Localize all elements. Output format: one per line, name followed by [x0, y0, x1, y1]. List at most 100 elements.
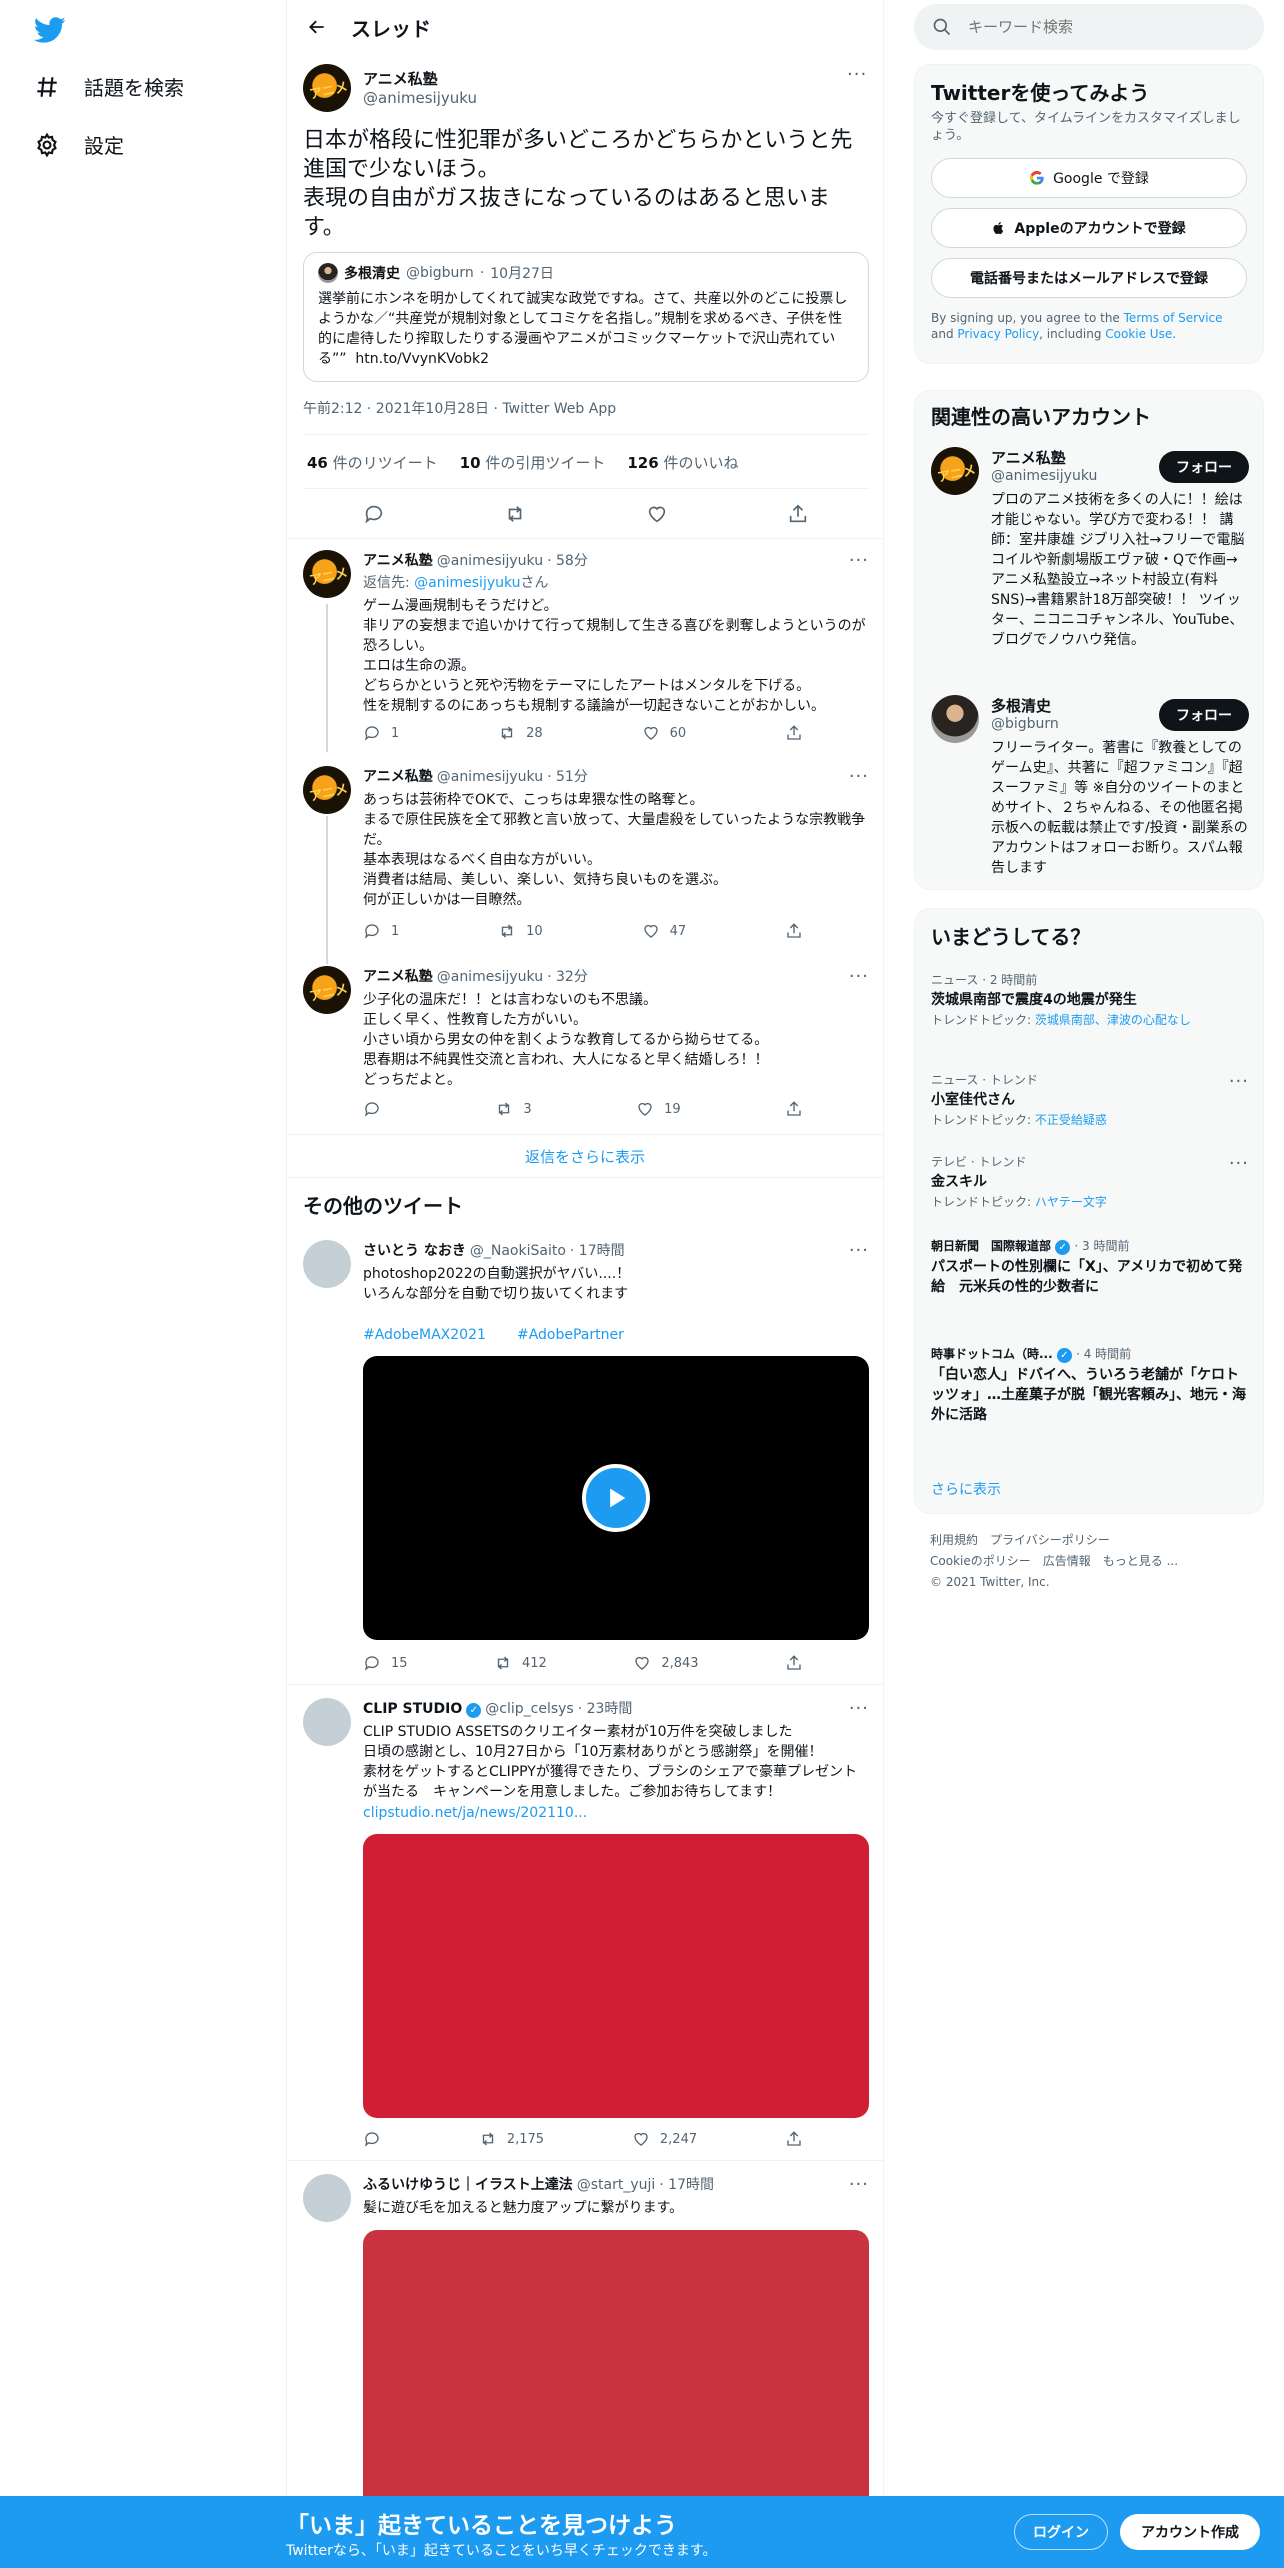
nav-settings[interactable]: 設定	[34, 130, 124, 159]
share-button[interactable]	[785, 1100, 803, 1118]
avatar[interactable]	[303, 64, 351, 112]
share-button[interactable]	[785, 922, 803, 940]
footer-terms-link[interactable]: 利用規約	[930, 1533, 978, 1547]
avatar[interactable]	[303, 766, 351, 814]
show-more-replies-link[interactable]: 返信をさらに表示	[287, 1134, 883, 1178]
share-button[interactable]	[785, 2130, 803, 2148]
tweet-meta[interactable]: 午前2:12 · 2021年10月28日 · Twitter Web App	[303, 398, 616, 418]
tweet[interactable]: CLIP STUDIO ✓ @clip_celsys · 23時間 CLIP S…	[303, 1698, 869, 1821]
retweet-button[interactable]	[504, 503, 526, 525]
reply-tweet[interactable]: アニメ私塾 @animesijyuku · 32分 少子化の温床だ！！とは言わな…	[303, 966, 869, 1106]
hashtag-link[interactable]: #AdobeMAX2021	[363, 1327, 486, 1343]
more-icon[interactable]: ···	[849, 766, 869, 787]
like-button[interactable]	[646, 503, 668, 525]
trend-topic-link[interactable]: 不正受給疑惑	[1035, 1113, 1107, 1127]
author-handle[interactable]: @_NaokiSaito	[470, 1243, 566, 1259]
like-button[interactable]: 47	[642, 922, 686, 940]
tweet[interactable]: ふるいけゆうじ｜イラスト上達法 @start_yuji · 17時間 髪に遊び毛…	[303, 2174, 869, 2234]
author-handle[interactable]: @start_yuji	[577, 2177, 656, 2193]
footer-ads-link[interactable]: 広告情報	[1043, 1554, 1091, 1568]
author-handle[interactable]: @clip_celsys	[485, 1701, 573, 1717]
tweet-time[interactable]: · 17時間	[659, 2174, 714, 2194]
back-button[interactable]	[299, 9, 335, 45]
cookie-link[interactable]: Cookie Use	[1105, 327, 1172, 341]
tweet-time[interactable]: · 32分	[547, 966, 588, 986]
trend-item[interactable]: テレビ · トレンド 金スキル トレンドトピック: ハヤテー文字 ···	[931, 1153, 1249, 1210]
footer-cookie-link[interactable]: Cookieのポリシー	[930, 1554, 1031, 1568]
retweet-button[interactable]: 2,175	[479, 2130, 544, 2148]
trend-topic-link[interactable]: ハヤテー文字	[1035, 1195, 1107, 1209]
retweet-button[interactable]: 28	[498, 724, 543, 742]
more-icon[interactable]: ···	[849, 1240, 869, 1261]
tweet-time[interactable]: · 58分	[547, 550, 588, 570]
more-icon[interactable]: ···	[849, 966, 869, 987]
reply-button[interactable]	[363, 2130, 391, 2148]
quoted-tweet[interactable]: 多根清史 @bigburn · 10月27日 選挙前にホンネを明かしてくれて誠実…	[303, 252, 869, 382]
share-button[interactable]	[787, 503, 809, 525]
avatar[interactable]	[303, 550, 351, 598]
avatar[interactable]	[931, 695, 979, 743]
follow-button[interactable]: フォロー	[1159, 451, 1249, 483]
like-button[interactable]: 60	[642, 724, 686, 742]
author-name[interactable]: さいとう なおき	[363, 1240, 466, 1260]
privacy-link[interactable]: Privacy Policy	[957, 327, 1039, 341]
author-handle[interactable]: @animesijyuku	[437, 769, 543, 785]
avatar[interactable]	[931, 447, 979, 495]
nav-explore[interactable]: 話題を検索	[34, 72, 184, 101]
like-button[interactable]: 2,247	[632, 2130, 697, 2148]
author-name[interactable]: CLIP STUDIO	[363, 1701, 462, 1717]
trend-topic-link[interactable]: 茨城県南部、津波の心配なし	[1035, 1013, 1191, 1027]
account-card[interactable]: 多根清史 @bigburn フリーライター。著書に『教養としてのゲーム史』、共著…	[931, 695, 1249, 876]
apple-signup-button[interactable]: Appleのアカウントで登録	[931, 208, 1247, 248]
reply-button[interactable]: 15	[363, 1654, 408, 1672]
avatar[interactable]	[303, 2174, 351, 2222]
author-handle[interactable]: @animesijyuku	[437, 553, 543, 569]
retweet-button[interactable]: 3	[495, 1100, 532, 1118]
search-box[interactable]	[914, 4, 1264, 50]
twitter-logo-icon[interactable]	[34, 14, 66, 46]
reply-button[interactable]: 1	[363, 724, 399, 742]
follow-button[interactable]: フォロー	[1159, 699, 1249, 731]
retweets-stat[interactable]: 46 件のリツイート	[307, 452, 438, 473]
phone-email-signup-button[interactable]: 電話番号またはメールアドレスで登録	[931, 258, 1247, 298]
author-name[interactable]: ふるいけゆうじ｜イラスト上達法	[363, 2174, 573, 2194]
account-card[interactable]: アニメ私塾 @animesijyuku プロのアニメ技術を多くの人に！！絵は才能…	[931, 447, 1249, 667]
avatar[interactable]	[303, 1240, 351, 1288]
author-name[interactable]: アニメ私塾	[363, 766, 433, 786]
more-icon[interactable]: ···	[1229, 1153, 1249, 1174]
tweet-time[interactable]: · 23時間	[578, 1698, 633, 1718]
footer-privacy-link[interactable]: プライバシーポリシー	[990, 1533, 1110, 1547]
more-icon[interactable]: ···	[849, 1698, 869, 1719]
play-button[interactable]	[582, 1464, 650, 1532]
author-name[interactable]: アニメ私塾	[363, 68, 477, 89]
reply-tweet[interactable]: アニメ私塾 @animesijyuku · 58分 返信先: @animesij…	[303, 550, 869, 750]
tweet-link[interactable]: clipstudio.net/ja/news/202110...	[363, 1805, 587, 1821]
login-button[interactable]: ログイン	[1014, 2514, 1108, 2550]
hashtag-link[interactable]: #AdobePartner	[517, 1327, 624, 1343]
tweet-time[interactable]: · 51分	[547, 766, 588, 786]
author-name[interactable]: アニメ私塾	[363, 550, 433, 570]
like-button[interactable]: 2,843	[633, 1654, 699, 1672]
like-button[interactable]: 19	[636, 1100, 681, 1118]
replying-to-handle[interactable]: @animesijyuku	[414, 575, 520, 591]
tweet-image[interactable]	[363, 2230, 869, 2496]
more-icon[interactable]: ···	[1229, 1071, 1249, 1092]
author-handle[interactable]: @animesijyuku	[363, 89, 477, 107]
more-icon[interactable]: ···	[849, 2174, 869, 2195]
reply-button[interactable]: 1	[363, 922, 399, 940]
news-item[interactable]: 朝日新聞 国際報道部 ✓ · 3 時間前 パスポートの性別欄に「X」、アメリカで…	[931, 1237, 1249, 1297]
quotes-stat[interactable]: 10 件の引用ツイート	[460, 452, 606, 473]
reply-button[interactable]	[363, 503, 385, 525]
video-player[interactable]	[363, 1356, 869, 1640]
share-button[interactable]	[785, 724, 803, 742]
author-name[interactable]: アニメ私塾	[363, 966, 433, 986]
trend-item[interactable]: ニュース · トレンド 小室佳代さん トレンドトピック: 不正受給疑惑 ···	[931, 1071, 1249, 1128]
author-handle[interactable]: @animesijyuku	[437, 969, 543, 985]
signup-button[interactable]: アカウント作成	[1120, 2514, 1260, 2550]
share-button[interactable]	[785, 1654, 803, 1672]
retweet-button[interactable]: 10	[498, 922, 543, 940]
likes-stat[interactable]: 126 件のいいね	[627, 452, 738, 473]
search-input[interactable]	[968, 18, 1228, 36]
retweet-button[interactable]: 412	[494, 1654, 547, 1672]
more-icon[interactable]: ···	[847, 64, 867, 85]
